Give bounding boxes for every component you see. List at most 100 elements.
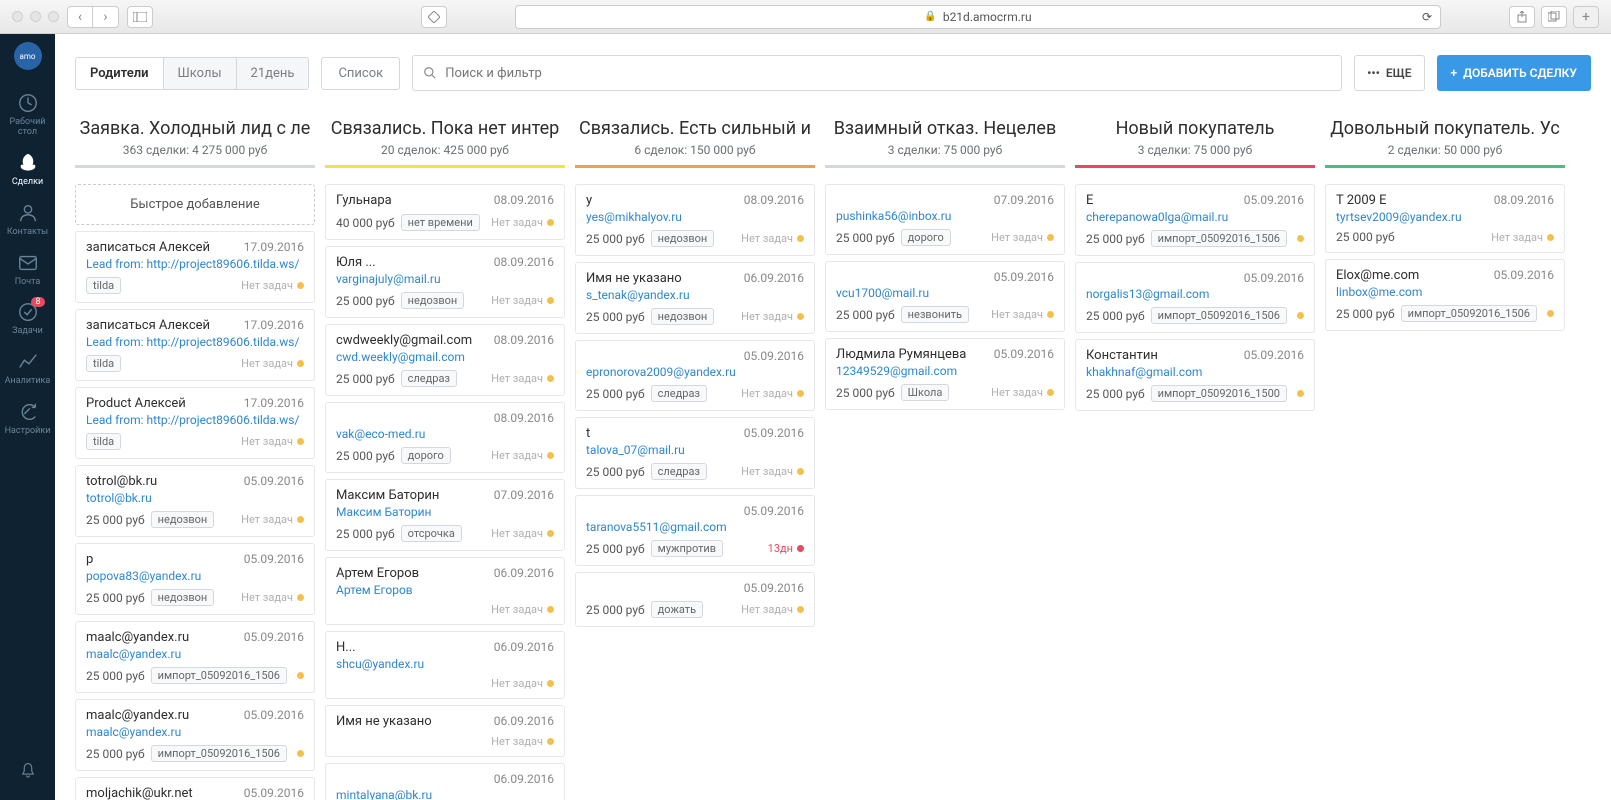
status-dot-icon — [297, 360, 304, 367]
card-tag: дорого — [901, 229, 951, 246]
sidebar-label: Контакты — [7, 228, 48, 238]
more-button[interactable]: ••• ЕЩЕ — [1354, 55, 1424, 91]
deal-card[interactable]: Elox@me.com05.09.2016linbox@me.com25 000… — [1325, 259, 1565, 331]
deal-card[interactable]: y08.09.2016yes@mikhalyov.ru25 000 рубнед… — [575, 184, 815, 256]
close-dot[interactable] — [12, 11, 23, 22]
deal-card[interactable]: Гульнара08.09.201640 000 рубнет времениН… — [325, 184, 565, 240]
card-date: 06.09.2016 — [494, 714, 554, 728]
reload-icon[interactable]: ⟳ — [1422, 10, 1432, 24]
notifications-icon[interactable] — [0, 762, 55, 780]
deal-card[interactable]: E05.09.2016cherepanowa0lga@mail.ru25 000… — [1075, 184, 1315, 256]
card-price: 25 000 руб — [86, 513, 145, 527]
deal-card[interactable]: Product Алексей17.09.2016Lead from: http… — [75, 387, 315, 459]
card-price: 25 000 руб — [1336, 307, 1395, 321]
deal-card[interactable]: Юля ...08.09.2016varginajuly@mail.ru25 0… — [325, 246, 565, 318]
status-dot-icon — [547, 738, 554, 745]
search-bar[interactable] — [412, 55, 1342, 91]
deal-card[interactable]: записаться Алексей17.09.2016Lead from: h… — [75, 231, 315, 303]
deal-card[interactable]: Н...06.09.2016shcu@yandex.ruНет задач — [325, 631, 565, 699]
sidebar-label: Аналитика — [5, 377, 51, 387]
tabs-button[interactable] — [1541, 6, 1567, 28]
sidebar-item-2[interactable]: Контакты — [0, 196, 55, 246]
plus-icon: + — [1451, 66, 1458, 80]
search-input[interactable] — [445, 66, 1331, 81]
card-price: 25 000 руб — [1086, 309, 1145, 323]
card-date: 05.09.2016 — [244, 630, 304, 644]
card-date: 05.09.2016 — [244, 474, 304, 488]
deal-card[interactable]: 05.09.2016epronorova2009@yandex.ru25 000… — [575, 340, 815, 411]
deal-card[interactable]: 05.09.2016norgalis13@gmail.com25 000 руб… — [1075, 262, 1315, 333]
column-subtitle: 3 сделки: 75 000 руб — [1075, 143, 1315, 157]
address-bar[interactable]: 🔒 b21d.amocrm.ru ⟳ — [515, 5, 1441, 29]
max-dot[interactable] — [48, 11, 59, 22]
deal-card[interactable]: записаться Алексей17.09.2016Lead from: h… — [75, 309, 315, 381]
min-dot[interactable] — [30, 11, 41, 22]
status-dot-icon — [297, 672, 304, 679]
deal-card[interactable]: 05.09.2016vcu1700@mail.ru25 000 рубнезво… — [825, 261, 1065, 332]
card-date: 05.09.2016 — [244, 708, 304, 722]
deal-card[interactable]: Имя не указано06.09.2016s_tenak@yandex.r… — [575, 262, 815, 334]
pipeline-tab[interactable]: 21день — [237, 58, 309, 89]
badge: 8 — [31, 297, 45, 307]
sidebar-item-1[interactable]: Сделки — [0, 146, 55, 196]
card-price: 25 000 руб — [836, 308, 895, 322]
deal-card[interactable]: maalc@yandex.ru05.09.2016maalc@yandex.ru… — [75, 621, 315, 693]
reader-button[interactable] — [421, 6, 447, 28]
sidebar-item-0[interactable]: Рабочий стол — [0, 86, 55, 146]
deal-card[interactable]: 08.09.2016vak@eco-med.ru25 000 рубдорого… — [325, 402, 565, 473]
url-text: b21d.amocrm.ru — [943, 10, 1032, 24]
deal-card[interactable]: totrol@bk.ru05.09.2016totrol@bk.ru25 000… — [75, 465, 315, 537]
column-title: Взаимный отказ. Нецелев — [825, 118, 1065, 139]
deal-card[interactable]: Имя не указано06.09.2016Нет задач — [325, 705, 565, 757]
card-date: 05.09.2016 — [744, 581, 804, 595]
card-name: Product Алексей — [86, 396, 186, 411]
card-tag: недозвон — [151, 589, 215, 606]
card-link: tyrtsev2009@yandex.ru — [1336, 210, 1554, 224]
deal-card[interactable]: 05.09.201625 000 рубдожатьНет задач — [575, 572, 815, 627]
sidebar-item-5[interactable]: Аналитика — [0, 345, 55, 395]
app-logo[interactable]: amo — [14, 42, 42, 70]
deal-card[interactable]: Артем Егоров06.09.2016Артем ЕгоровНет за… — [325, 557, 565, 625]
card-link: cherepanowa0lga@mail.ru — [1086, 210, 1304, 224]
sidebar-item-4[interactable]: Задачи8 — [0, 295, 55, 345]
sidebar-toggle[interactable] — [127, 6, 153, 28]
card-status: Нет задач — [491, 527, 554, 540]
app-sidebar: amo Рабочий столСделки Контакты ПочтаЗадач… — [0, 34, 55, 800]
card-link: s_tenak@yandex.ru — [586, 288, 804, 302]
deal-card[interactable]: maalc@yandex.ru05.09.2016maalc@yandex.ru… — [75, 699, 315, 771]
quick-add[interactable]: Быстрое добавление — [75, 184, 315, 225]
sidebar-icon — [17, 152, 39, 174]
share-button[interactable] — [1509, 6, 1535, 28]
deal-card[interactable]: 07.09.2016pushinka56@inbox.ru25 000 рубд… — [825, 184, 1065, 255]
sidebar-item-6[interactable]: Настройки — [0, 395, 55, 445]
deal-card[interactable]: Людмила Румянцева05.09.201612349529@gmai… — [825, 338, 1065, 410]
card-status: Нет задач — [491, 677, 554, 690]
card-name: Константин — [1086, 348, 1158, 363]
list-view-button[interactable]: Список — [321, 57, 400, 90]
card-date: 05.09.2016 — [1244, 271, 1304, 285]
deal-card[interactable]: 05.09.2016taranova5511@gmail.com25 000 р… — [575, 495, 815, 566]
deal-card[interactable]: Константин05.09.2016khakhnaf@gmail.com25… — [1075, 339, 1315, 411]
card-link: maalc@yandex.ru — [86, 725, 304, 739]
sidebar-item-3[interactable]: Почта — [0, 246, 55, 296]
pipeline-tab[interactable]: Родители — [76, 58, 164, 89]
card-price: 25 000 руб — [336, 449, 395, 463]
card-status: Нет задач — [991, 231, 1054, 244]
forward-button[interactable]: › — [93, 6, 119, 28]
deal-card[interactable]: 06.09.2016mintalyana@bk.ruнет времениНет… — [325, 763, 565, 800]
deal-card[interactable]: moljachik@ukr.net05.09.201625 000 рубимп… — [75, 777, 315, 800]
deal-card[interactable]: p05.09.2016popova83@yandex.ru25 000 рубн… — [75, 543, 315, 615]
dots-icon: ••• — [1367, 66, 1380, 80]
add-deal-button[interactable]: + ДОБАВИТЬ СДЕЛКУ — [1437, 55, 1591, 91]
deal-card[interactable]: Максим Баторин07.09.2016Максим Баторин25… — [325, 479, 565, 551]
deal-card[interactable]: t05.09.2016talova_07@mail.ru25 000 рубсл… — [575, 417, 815, 489]
newtab-button[interactable]: + — [1573, 6, 1599, 28]
column-title: Связались. Есть сильный и — [575, 118, 815, 139]
card-status — [1297, 312, 1304, 319]
deal-card[interactable]: T 2009 E08.09.2016tyrtsev2009@yandex.ru2… — [1325, 184, 1565, 253]
card-date: 08.09.2016 — [494, 255, 554, 269]
back-button[interactable]: ‹ — [67, 6, 93, 28]
deal-card[interactable]: cwdweekly@gmail.com08.09.2016cwd.weekly@… — [325, 324, 565, 396]
pipeline-tab[interactable]: Школы — [164, 58, 237, 89]
card-tag: недозвон — [151, 511, 215, 528]
